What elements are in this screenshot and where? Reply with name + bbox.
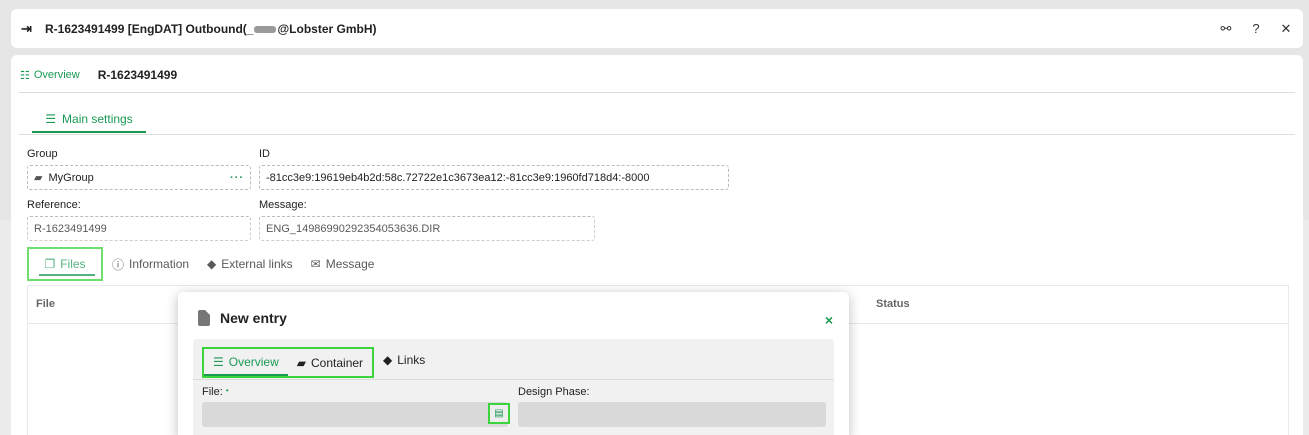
close-icon[interactable]: ✕ <box>1279 21 1293 37</box>
exit-icon[interactable]: ⇥ <box>21 21 39 37</box>
dialog-tabs: ☰ Overview ▰ Container <box>202 347 375 378</box>
dialog-tab-overview[interactable]: ☰ Overview <box>204 349 288 376</box>
dialog-close-button[interactable]: × <box>825 312 833 328</box>
document-icon <box>198 310 210 326</box>
folder-icon: ▰ <box>296 355 307 370</box>
dialog-header: New entry <box>198 310 287 326</box>
required-indicator: • <box>225 386 229 395</box>
dialog-title: New entry <box>220 310 287 326</box>
divider <box>19 134 1295 135</box>
folder-icon: ▰ <box>34 172 43 184</box>
group-more-button[interactable]: ··· <box>230 172 244 184</box>
tab-main-settings[interactable]: ☰ Main settings <box>32 106 146 133</box>
redacted-text <box>254 25 277 33</box>
list-icon: ☰ <box>45 111 57 126</box>
breadcrumb: ☷ Overview R-1623491499 <box>20 68 177 82</box>
dialog-body: ☰ Overview ▰ Container ◆ Links File: • ▤… <box>193 339 834 435</box>
dialog-tab-container[interactable]: ▰ Container <box>288 349 372 376</box>
share-icon[interactable]: ⚯ <box>1219 21 1233 37</box>
new-entry-dialog: New entry × ☰ Overview ▰ Container ◆ Lin… <box>178 292 849 435</box>
id-field[interactable]: -81cc3e9:19619eb4b2d:58c.72722e1c3673ea1… <box>259 165 729 190</box>
reference-label: Reference: <box>27 199 81 211</box>
window-titlebar: ⇥ R-1623491499 [EngDAT] Outbound(_ @Lobst… <box>11 9 1303 48</box>
divider <box>19 92 1295 93</box>
window-title: R-1623491499 [EngDAT] Outbound(_ @Lobster… <box>45 21 377 36</box>
file-picker-button[interactable]: ▤ <box>488 403 510 424</box>
breadcrumb-overview-link[interactable]: Overview <box>34 69 80 81</box>
design-phase-field[interactable] <box>518 402 826 427</box>
design-phase-label: Design Phase: <box>518 386 590 398</box>
group-label: Group <box>27 148 58 160</box>
group-field[interactable]: ▰ MyGroup ··· <box>27 165 251 190</box>
overview-icon: ☷ <box>20 69 30 82</box>
window-actions: ⚯ ? ✕ <box>1219 21 1293 37</box>
file-label: File: • <box>202 386 229 398</box>
list-icon: ☰ <box>213 354 224 369</box>
dialog-tab-links[interactable]: ◆ Links <box>383 353 425 367</box>
help-icon[interactable]: ? <box>1249 21 1263 36</box>
tag-icon: ◆ <box>383 353 393 367</box>
id-label: ID <box>259 148 270 160</box>
file-input[interactable]: ▤ <box>202 402 510 427</box>
divider <box>193 379 834 380</box>
breadcrumb-record: R-1623491499 <box>97 68 178 82</box>
message-label: Message: <box>259 199 307 211</box>
